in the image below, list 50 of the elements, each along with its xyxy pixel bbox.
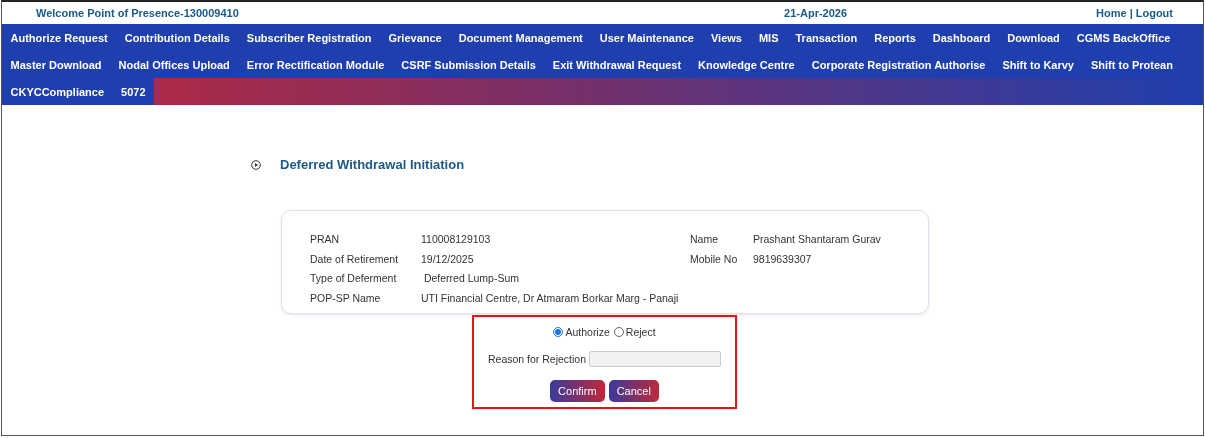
menu-item[interactable]: CKYCCompliance xyxy=(2,85,113,98)
menu-item[interactable]: Error Rectification Module xyxy=(238,58,393,71)
menu-item[interactable]: Corporate Registration Authorise xyxy=(803,58,994,71)
menu-item[interactable]: Master Download xyxy=(2,58,111,71)
field-label: Name xyxy=(690,232,719,247)
page-title: Deferred Withdrawal Initiation xyxy=(280,157,465,172)
menu-item[interactable]: Document Management xyxy=(450,31,592,44)
welcome-text: Welcome Point of Presence-130009410 xyxy=(36,7,239,19)
field-label: Type of Deferment xyxy=(310,271,398,286)
menu-item[interactable]: CSRF Submission Details xyxy=(392,58,545,71)
field-value: 9819639307 xyxy=(753,251,813,266)
menu-item[interactable]: User Maintenance xyxy=(591,31,703,44)
radio-label: Reject xyxy=(625,326,656,338)
field-label: Mobile No xyxy=(690,251,739,266)
field-value: UTI Financial Centre, Dr Atmaram Borkar Marg - Panaji xyxy=(421,290,680,305)
menu-item[interactable]: Reports xyxy=(865,31,925,44)
menu-item[interactable]: 5072 xyxy=(112,85,154,98)
field-label: PRAN xyxy=(310,232,341,247)
menu-item[interactable]: Download xyxy=(998,31,1069,44)
cancel-button[interactable]: Cancel xyxy=(608,380,659,402)
field-value: 110008129103 xyxy=(421,232,492,247)
radio-label: Authorize xyxy=(565,326,610,338)
menu-item[interactable]: Shift to Karvy xyxy=(993,58,1083,71)
menu-item[interactable]: Transaction xyxy=(787,31,866,44)
field-value: 19/12/2025 xyxy=(421,251,475,266)
confirm-button[interactable]: Confirm xyxy=(550,380,605,402)
menu-item[interactable]: CGMS BackOffice xyxy=(1068,31,1179,44)
field-value: Deferred Lump-Sum xyxy=(422,271,521,286)
menu-item[interactable]: Subscriber Registration xyxy=(238,31,380,44)
field-label: POP-SP Name xyxy=(310,290,382,305)
link-separator: | xyxy=(1129,7,1133,19)
radio-button[interactable] xyxy=(553,327,564,337)
field-label: Date of Retirement xyxy=(310,251,400,266)
reason-input[interactable] xyxy=(589,351,722,367)
menu-item[interactable]: Shift to Protean xyxy=(1082,58,1182,71)
menu-item[interactable]: Knowledge Centre xyxy=(689,58,804,71)
home-link[interactable]: Home xyxy=(1096,7,1127,19)
field-value: Prashant Shantaram Gurav xyxy=(753,232,881,247)
menu-item[interactable]: Contribution Details xyxy=(116,31,239,44)
menu-item[interactable]: Dashboard xyxy=(924,31,999,44)
menu-item[interactable]: Views xyxy=(702,31,751,44)
logout-link[interactable]: Logout xyxy=(1135,7,1173,19)
menu-item[interactable]: Exit Withdrawal Request xyxy=(544,58,690,71)
reason-label: Reason for Rejection xyxy=(487,353,587,365)
radio-button[interactable] xyxy=(613,327,624,337)
menu-item[interactable]: Grievance xyxy=(380,31,451,44)
date-text: 21-Apr-2026 xyxy=(784,7,848,19)
menu-item[interactable]: Nodal Offices Upload xyxy=(110,58,239,71)
menu-item[interactable]: Authorize Request xyxy=(2,31,117,44)
menu-item[interactable]: MIS xyxy=(750,31,787,44)
